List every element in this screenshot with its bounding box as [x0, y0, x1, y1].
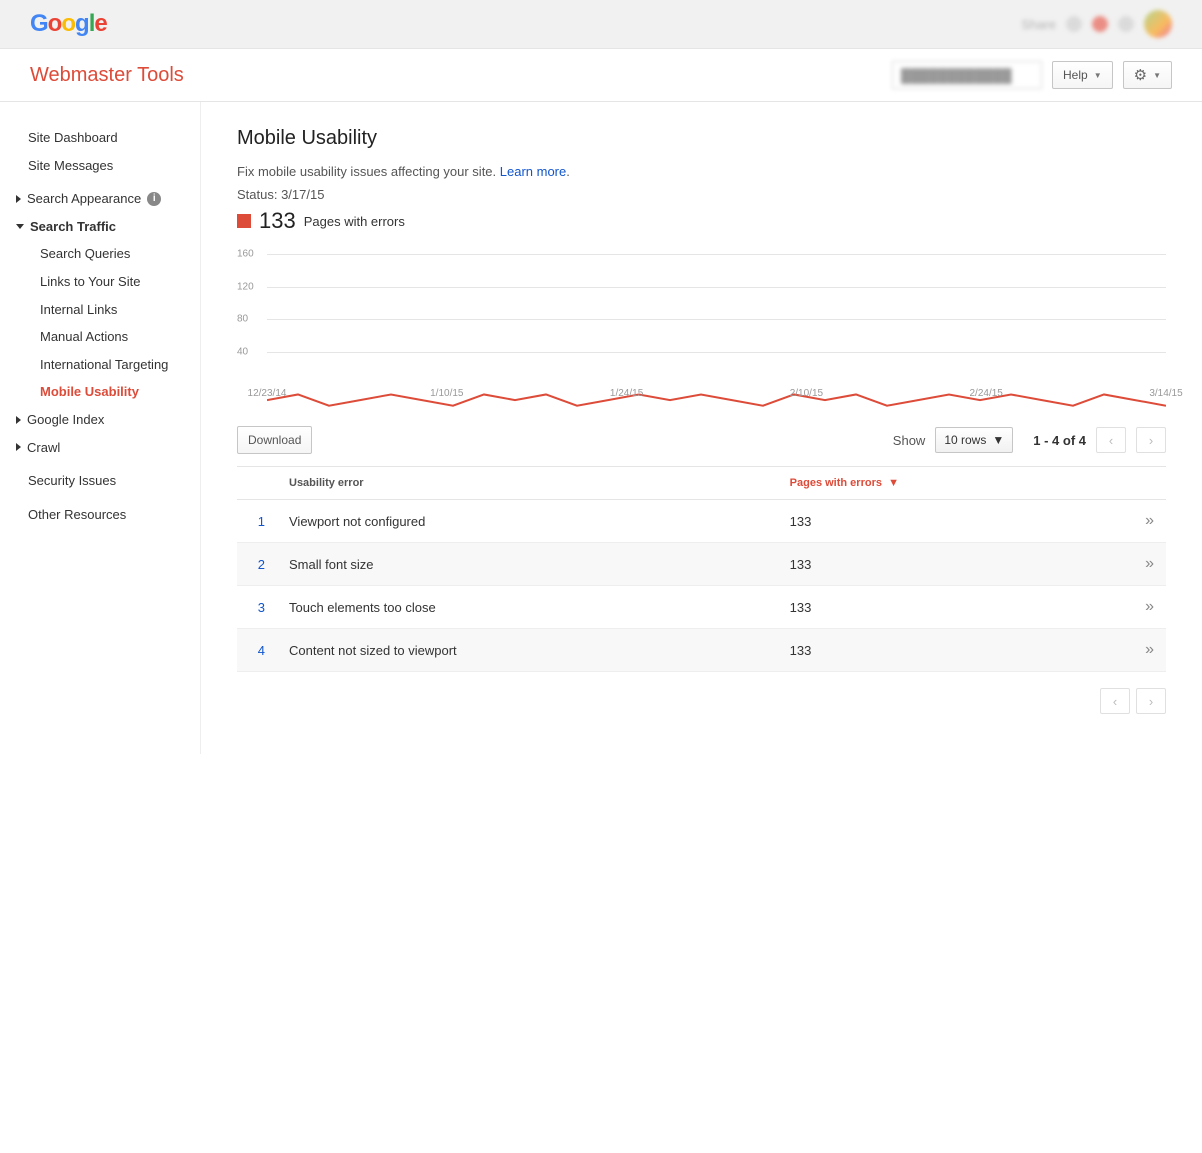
caret-down-icon: ▼ — [1094, 71, 1102, 80]
help-label: Help — [1063, 68, 1088, 82]
caret-down-icon: ▼ — [1153, 71, 1161, 80]
error-count: 133 — [259, 208, 296, 234]
error-summary: 133 Pages with errors — [237, 208, 1166, 234]
notifications-icon[interactable] — [1092, 16, 1108, 32]
settings-button[interactable]: ⚙ ▼ — [1123, 61, 1172, 89]
share-link[interactable]: Share — [1021, 17, 1056, 32]
help-button[interactable]: Help ▼ — [1052, 61, 1113, 89]
sidebar-item-security-issues[interactable]: Security Issues — [28, 467, 200, 495]
sidebar-item-search-traffic[interactable]: Search Traffic — [16, 213, 200, 241]
page-title: Mobile Usability — [237, 127, 1166, 150]
sidebar-item-search-appearance[interactable]: Search Appearance i — [16, 185, 200, 213]
page-subtitle: Fix mobile usability issues affecting yo… — [237, 164, 1166, 179]
triangle-right-icon — [16, 195, 21, 203]
sidebar-item-search-queries[interactable]: Search Queries — [40, 240, 200, 268]
topbar: Google Share — [0, 0, 1202, 49]
content: Mobile Usability Fix mobile usability is… — [200, 102, 1202, 754]
triangle-right-icon — [16, 416, 21, 424]
grid-icon[interactable] — [1118, 16, 1134, 32]
sidebar-item-other-resources[interactable]: Other Resources — [28, 501, 200, 529]
triangle-right-icon — [16, 443, 21, 451]
pages-with-errors-chart: 4080120160 12/23/141/10/151/24/152/10/15… — [237, 254, 1166, 404]
header: Webmaster Tools ████████████ Help ▼ ⚙ ▼ — [0, 49, 1202, 102]
sidebar-item-links-to-site[interactable]: Links to Your Site — [40, 268, 200, 296]
triangle-down-icon — [16, 224, 24, 229]
sidebar-item-google-index[interactable]: Google Index — [16, 406, 200, 434]
sidebar-item-messages[interactable]: Site Messages — [28, 152, 200, 180]
sidebar-item-mobile-usability[interactable]: Mobile Usability — [40, 378, 200, 406]
sidebar-item-international-targeting[interactable]: International Targeting — [40, 351, 200, 379]
sidebar-item-manual-actions[interactable]: Manual Actions — [40, 323, 200, 351]
google-logo[interactable]: Google — [30, 10, 107, 38]
topbar-right: Share — [1021, 10, 1172, 38]
gear-icon: ⚙ — [1134, 66, 1147, 84]
sidebar-item-internal-links[interactable]: Internal Links — [40, 296, 200, 324]
site-selector[interactable]: ████████████ — [892, 61, 1042, 89]
avatar[interactable] — [1144, 10, 1172, 38]
status-line: Status: 3/17/15 — [237, 187, 1166, 202]
error-count-label: Pages with errors — [304, 214, 405, 229]
learn-more-link[interactable]: Learn more — [500, 164, 566, 179]
legend-swatch — [237, 214, 251, 228]
sidebar-item-dashboard[interactable]: Site Dashboard — [28, 124, 200, 152]
apps-icon[interactable] — [1066, 16, 1082, 32]
product-title[interactable]: Webmaster Tools — [30, 64, 184, 87]
info-icon[interactable]: i — [147, 192, 161, 206]
sidebar: Site Dashboard Site Messages Search Appe… — [0, 102, 200, 754]
sidebar-item-crawl[interactable]: Crawl — [16, 434, 200, 462]
